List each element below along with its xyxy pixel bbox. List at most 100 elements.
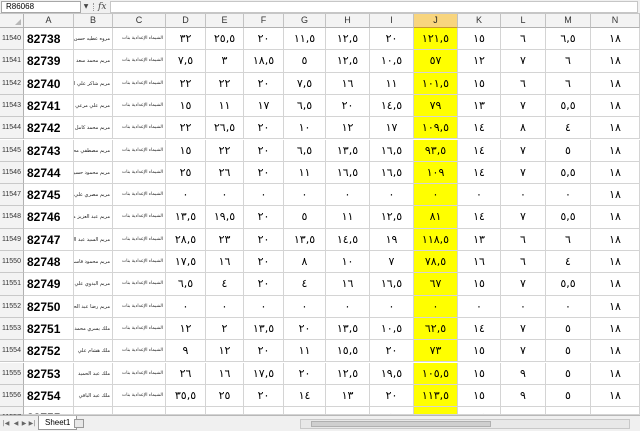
- cell-i[interactable]: ١٦,٥: [370, 273, 414, 296]
- row-header[interactable]: 11553: [0, 317, 24, 341]
- fx-icon[interactable]: fx: [98, 1, 106, 13]
- cell-c[interactable]: الشيماء الإعدادية بنات: [113, 273, 166, 296]
- cell-l[interactable]: ٧: [501, 206, 546, 229]
- column-header-b[interactable]: B: [74, 14, 113, 28]
- cell-j[interactable]: ١١٨,٥: [414, 228, 458, 251]
- cell-n[interactable]: ١٨: [591, 273, 640, 296]
- column-header-l[interactable]: L: [501, 14, 546, 28]
- cell-m[interactable]: ٥: [546, 362, 591, 385]
- cell-b[interactable]: مريم البدوي علي: [74, 273, 113, 296]
- row-header[interactable]: 11543: [0, 94, 24, 118]
- cell-m[interactable]: ٦: [546, 228, 591, 251]
- cell-i[interactable]: ٢٠: [370, 340, 414, 363]
- cell-c[interactable]: الشيماء الإعدادية بنات: [113, 317, 166, 341]
- cell-b[interactable]: مريم عبد العزيز محمد: [74, 206, 113, 229]
- cell-n[interactable]: ١٨: [591, 206, 640, 229]
- cell-h[interactable]: ١٦: [326, 273, 370, 296]
- cell-m[interactable]: ٠: [546, 184, 591, 207]
- cell-a[interactable]: 82748: [24, 251, 74, 274]
- cell-e[interactable]: ٠: [206, 295, 244, 318]
- cell-i[interactable]: ١٠,٥: [370, 317, 414, 341]
- cell-b[interactable]: مريم علي مرعي احمد القصر: [74, 94, 113, 118]
- cell-f[interactable]: ٠: [244, 184, 284, 207]
- cell-f[interactable]: ٢٠: [244, 117, 284, 140]
- cell-k[interactable]: ١٥: [458, 384, 501, 408]
- cell-d[interactable]: ٢٢: [166, 117, 206, 140]
- cell-g[interactable]: ١٤: [284, 384, 326, 408]
- cell-a[interactable]: 82739: [24, 50, 74, 73]
- cell-l[interactable]: ٨: [501, 117, 546, 140]
- cell-f[interactable]: ٢٠: [244, 340, 284, 363]
- cell-m[interactable]: ٤: [546, 117, 591, 140]
- cell-a[interactable]: 82752: [24, 340, 74, 363]
- first-sheet-icon[interactable]: |◀: [2, 419, 10, 429]
- cell-h[interactable]: ٢٠: [326, 94, 370, 118]
- cell-e[interactable]: ٢٥,٥: [206, 28, 244, 51]
- cell-k[interactable]: ١٣: [458, 228, 501, 251]
- cell-l[interactable]: ٧: [501, 139, 546, 162]
- cell-c[interactable]: الشيماء الإعدادية بنات: [113, 295, 166, 318]
- cell-j[interactable]: ١٠١: [414, 407, 458, 415]
- row-header[interactable]: 11544: [0, 117, 24, 140]
- cell-m[interactable]: ٥: [546, 139, 591, 162]
- cell-j[interactable]: ١٠٥,٥: [414, 362, 458, 385]
- cell-f[interactable]: ٢٠: [244, 228, 284, 251]
- cell-e[interactable]: ٢٣: [206, 228, 244, 251]
- cell-a[interactable]: 82754: [24, 384, 74, 408]
- new-sheet-icon[interactable]: [74, 419, 84, 428]
- cell-n[interactable]: ١٨: [591, 72, 640, 95]
- cell-n[interactable]: ١٨: [591, 94, 640, 118]
- cell-g[interactable]: ٦,٥: [284, 94, 326, 118]
- cell-a[interactable]: 82740: [24, 72, 74, 95]
- cell-f[interactable]: ٠: [244, 295, 284, 318]
- cell-b[interactable]: ملك رضا محمد: [74, 407, 113, 415]
- cell-d[interactable]: ٩: [166, 340, 206, 363]
- cell-c[interactable]: الشيماء الإعدادية بنات: [113, 139, 166, 162]
- cell-e[interactable]: ١١: [206, 94, 244, 118]
- cell-h[interactable]: ١٢: [326, 117, 370, 140]
- cell-b[interactable]: مريم رضا عبد الحميد: [74, 295, 113, 318]
- cell-f[interactable]: ٢٠: [244, 28, 284, 51]
- cell-d[interactable]: ٦,٥: [166, 273, 206, 296]
- row-header[interactable]: 11551: [0, 273, 24, 296]
- cell-j[interactable]: ٧٣: [414, 340, 458, 363]
- cell-j[interactable]: ١٠٩,٥: [414, 117, 458, 140]
- cell-e[interactable]: ٣: [206, 50, 244, 73]
- cell-b[interactable]: مريم مصطفي محمد علي: [74, 139, 113, 162]
- row-header[interactable]: 11549: [0, 228, 24, 251]
- cell-i[interactable]: ٠: [370, 295, 414, 318]
- cell-g[interactable]: ٠: [284, 295, 326, 318]
- cell-e[interactable]: ٢٥: [206, 384, 244, 408]
- column-header-n[interactable]: N: [591, 14, 640, 28]
- cell-g[interactable]: ١٣,٥: [284, 228, 326, 251]
- cell-e[interactable]: ٢: [206, 317, 244, 341]
- cell-g[interactable]: ١١: [284, 161, 326, 185]
- cell-f[interactable]: ٢٠: [244, 407, 284, 415]
- cell-d[interactable]: ٢٨,٥: [166, 228, 206, 251]
- cell-b[interactable]: مريم السيد عبد الحميد: [74, 228, 113, 251]
- cell-k[interactable]: ٠: [458, 295, 501, 318]
- cell-n[interactable]: ١٨: [591, 317, 640, 341]
- cell-a[interactable]: 82747: [24, 228, 74, 251]
- cell-d[interactable]: ١٥: [166, 94, 206, 118]
- cell-m[interactable]: ٦,٥: [546, 28, 591, 51]
- cell-c[interactable]: الشيماء الإعدادية بنات: [113, 251, 166, 274]
- cell-l[interactable]: ٦: [501, 251, 546, 274]
- cell-n[interactable]: ١٨: [591, 184, 640, 207]
- cell-e[interactable]: ٤: [206, 273, 244, 296]
- cell-g[interactable]: ١٠: [284, 117, 326, 140]
- cell-j[interactable]: ٠: [414, 295, 458, 318]
- cell-f[interactable]: ٢٠: [244, 206, 284, 229]
- scrollbar-thumb[interactable]: [311, 421, 491, 427]
- cell-d[interactable]: ١٥: [166, 139, 206, 162]
- next-sheet-icon[interactable]: ▶: [20, 419, 28, 429]
- column-header-f[interactable]: F: [244, 14, 284, 28]
- row-header[interactable]: 11556: [0, 384, 24, 408]
- cell-e[interactable]: ٢٦,٥: [206, 117, 244, 140]
- cell-k[interactable]: ١٥: [458, 28, 501, 51]
- cell-j[interactable]: ٧٨,٥: [414, 251, 458, 274]
- cell-i[interactable]: ١٦,٥: [370, 139, 414, 162]
- row-header[interactable]: 11540: [0, 28, 24, 51]
- cell-l[interactable]: ٠: [501, 184, 546, 207]
- cell-m[interactable]: ٦: [546, 72, 591, 95]
